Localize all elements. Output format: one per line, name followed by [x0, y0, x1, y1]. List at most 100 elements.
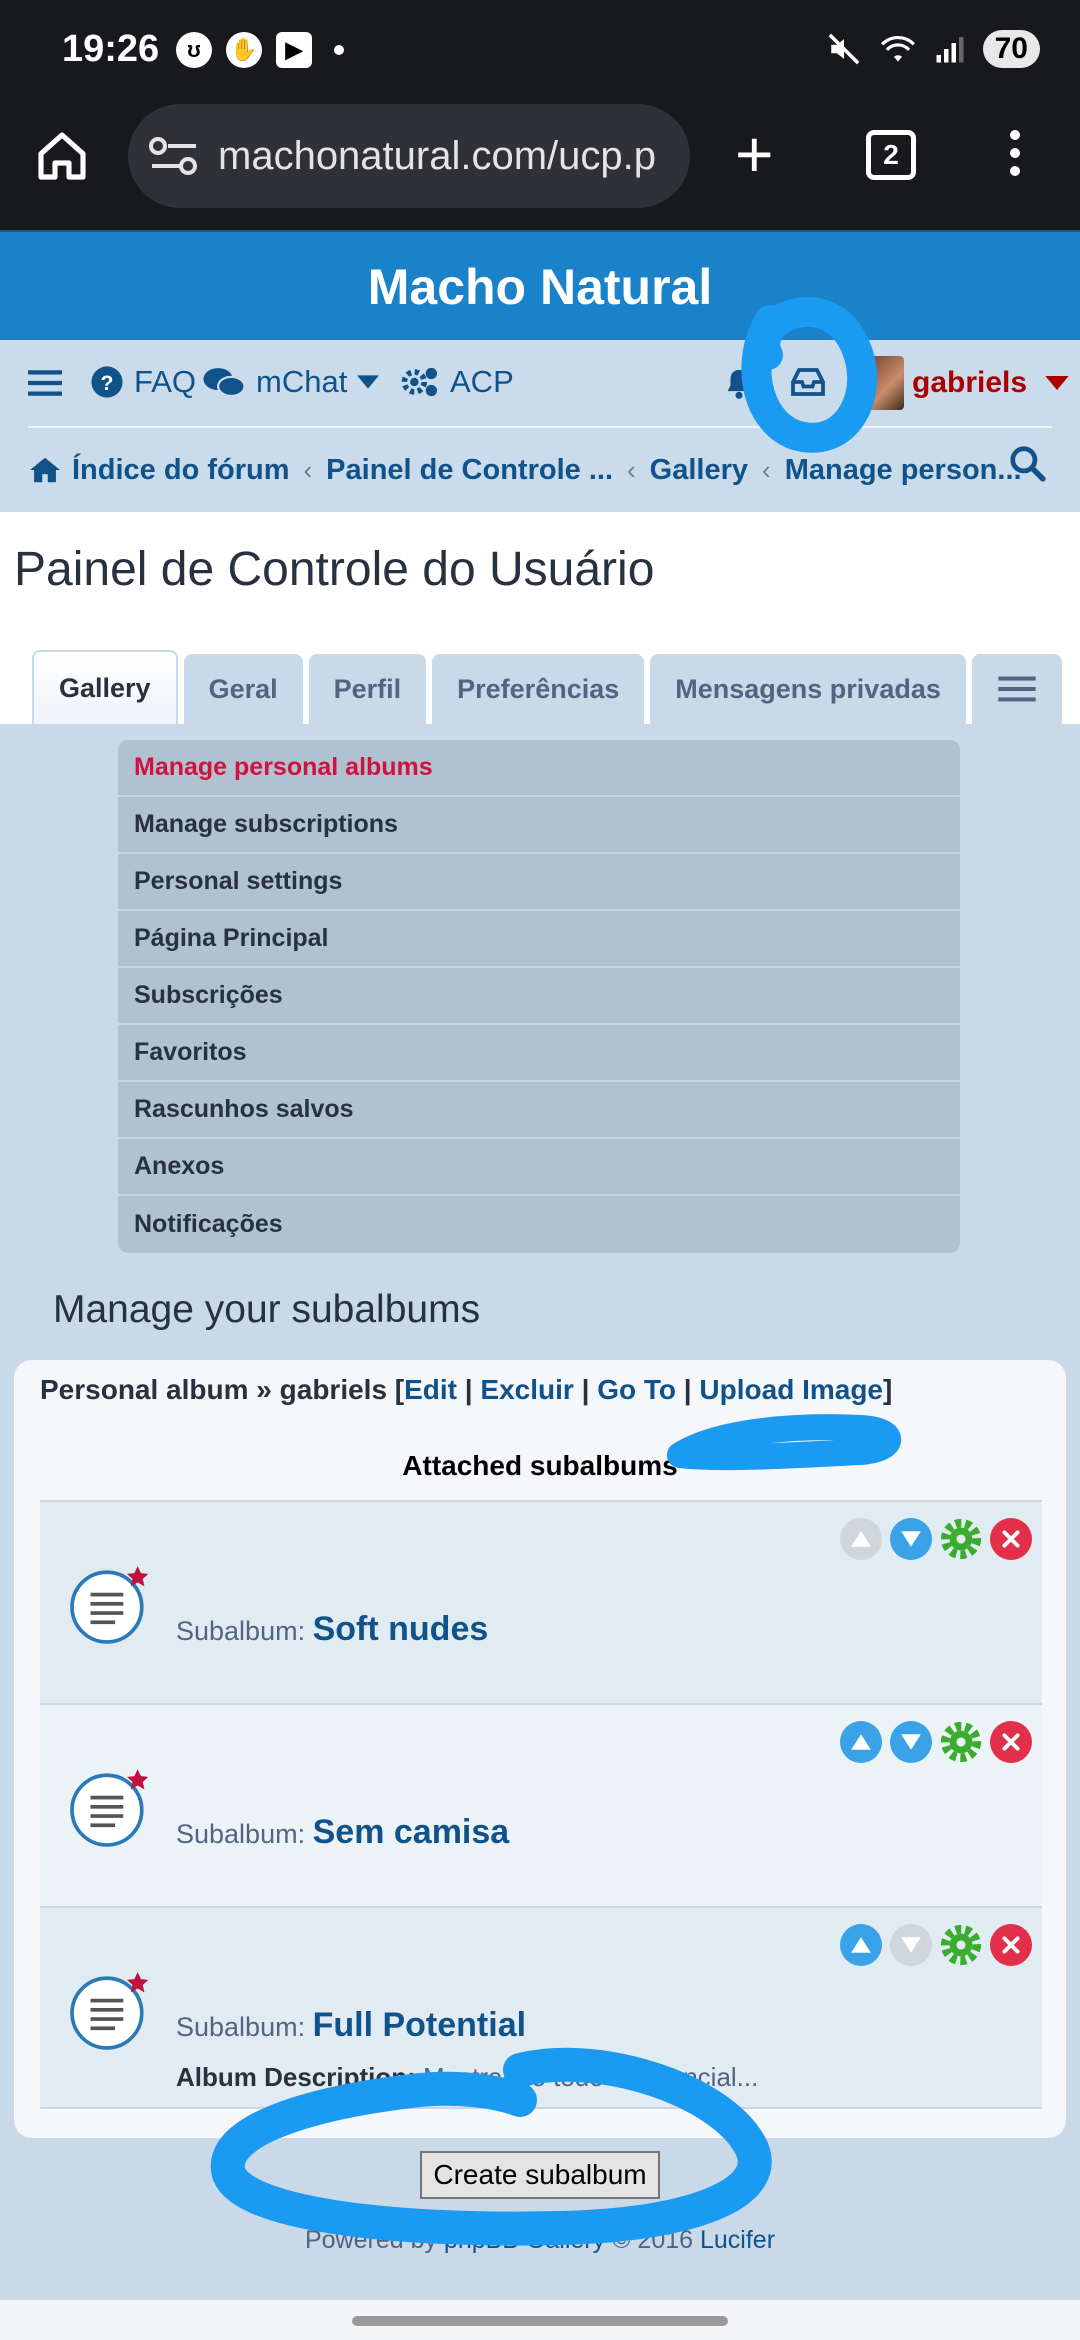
move-up-disabled-icon — [840, 1518, 882, 1560]
create-subalbum-button[interactable]: Create subalbum — [420, 2151, 660, 2199]
move-down-icon[interactable] — [890, 1518, 932, 1560]
caret-down-icon — [357, 375, 380, 389]
delete-icon[interactable] — [990, 1721, 1032, 1763]
media-notification-icon: ▶ — [276, 32, 312, 68]
tab-preferencias[interactable]: Preferências — [432, 654, 645, 724]
section-title: Manage your subalbums — [53, 1288, 481, 1331]
menu-pagina-principal[interactable]: Página Principal — [118, 911, 960, 968]
tab-more-menu[interactable] — [971, 654, 1062, 724]
subalbum-actions — [840, 1924, 1032, 1966]
delete-link[interactable]: Excluir — [480, 1374, 573, 1405]
subalbum-title: Subalbum: Sem camisa — [176, 1813, 510, 1851]
notifications-bell-icon[interactable] — [722, 366, 756, 402]
move-down-disabled-icon — [890, 1924, 932, 1966]
settings-gear-icon[interactable] — [940, 1721, 982, 1763]
gears-icon — [401, 367, 437, 397]
handshake-notification-icon: ✋ — [226, 32, 262, 68]
menu-manage-personal-albums[interactable]: Manage personal albums — [118, 740, 960, 797]
subalbum-link[interactable]: Soft nudes — [313, 1610, 489, 1648]
upload-image-link[interactable]: Upload Image — [699, 1374, 883, 1405]
chat-icon — [203, 368, 246, 398]
site-title[interactable]: Macho Natural — [0, 230, 1080, 340]
ucp-submenu: Manage personal albums Manage subscripti… — [118, 740, 960, 1253]
album-unread-icon — [70, 1769, 149, 1847]
menu-anexos[interactable]: Anexos — [118, 1139, 960, 1196]
breadcrumb-separator: ‹ — [303, 454, 313, 485]
move-up-icon[interactable] — [840, 1721, 882, 1763]
mute-icon — [828, 33, 860, 65]
subalbums-panel: Personal album » gabriels [Edit | Exclui… — [14, 1360, 1066, 2138]
menu-rascunhos-salvos[interactable]: Rascunhos salvos — [118, 1082, 960, 1139]
hamburger-menu-icon[interactable] — [28, 368, 62, 398]
svg-text:?: ? — [101, 371, 114, 395]
hamburger-icon — [998, 676, 1036, 702]
tab-gallery[interactable]: Gallery — [32, 650, 178, 724]
subalbum-title: Subalbum: Soft nudes — [176, 1610, 489, 1648]
search-icon[interactable] — [1008, 444, 1046, 482]
settings-gear-icon[interactable] — [940, 1518, 982, 1560]
breadcrumb-separator: ‹ — [762, 454, 771, 485]
menu-notificacoes[interactable]: Notificações — [118, 1196, 960, 1253]
settings-gear-icon[interactable] — [940, 1924, 982, 1966]
mchat-dropdown[interactable]: mChat — [202, 364, 380, 400]
album-description: Album Description: Mostrando todo o pote… — [176, 2062, 759, 2092]
tab-switcher-button[interactable]: 2 — [866, 130, 916, 180]
subalbum-actions — [840, 1518, 1032, 1560]
nav-divider — [28, 426, 1052, 428]
delete-icon[interactable] — [990, 1518, 1032, 1560]
menu-subscricoes[interactable]: Subscrições — [118, 968, 960, 1025]
new-tab-button[interactable]: + — [735, 114, 774, 194]
phpbb-gallery-link[interactable]: phpBB Gallery — [444, 2226, 605, 2254]
breadcrumb-manage-personal[interactable]: Manage person... — [785, 454, 1022, 487]
acp-link[interactable]: ACP — [400, 364, 514, 400]
breadcrumb: Índice do fórum ‹ Painel de Controle ...… — [28, 440, 1022, 500]
move-down-icon[interactable] — [890, 1721, 932, 1763]
page-title: Painel de Controle do Usuário — [14, 543, 655, 596]
delete-icon[interactable] — [990, 1924, 1032, 1966]
gesture-handle[interactable] — [352, 2316, 728, 2326]
browser-menu-icon[interactable] — [1010, 130, 1024, 176]
author-link[interactable]: Lucifer — [700, 2226, 775, 2254]
subalbum-title: Subalbum: Full Potential — [176, 2006, 527, 2044]
menu-favoritos[interactable]: Favoritos — [118, 1025, 960, 1082]
menu-personal-settings[interactable]: Personal settings — [118, 854, 960, 911]
url-text: machonatural.com/ucp.p — [218, 133, 657, 178]
faq-link[interactable]: ? FAQ — [90, 364, 196, 400]
tab-geral[interactable]: Geral — [183, 654, 303, 724]
forum-navbar: ? FAQ mChat ACP gabriels Índice do fórum… — [0, 340, 1080, 512]
subalbum-link[interactable]: Sem camisa — [313, 1813, 510, 1851]
breadcrumb-gallery[interactable]: Gallery — [650, 454, 748, 487]
subalbum-link[interactable]: Full Potential — [313, 2006, 526, 2044]
clock: 19:26 — [62, 28, 160, 70]
browser-toolbar: machonatural.com/ucp.p + 2 — [0, 100, 1080, 230]
move-up-icon[interactable] — [840, 1924, 882, 1966]
breadcrumb-separator: ‹ — [627, 454, 636, 485]
wifi-icon — [880, 36, 915, 62]
user-menu[interactable]: gabriels — [862, 356, 1069, 410]
tab-perfil[interactable]: Perfil — [308, 654, 427, 724]
menu-manage-subscriptions[interactable]: Manage subscriptions — [118, 797, 960, 854]
question-icon: ? — [91, 366, 123, 398]
subalbum-row: Subalbum: Soft nudes — [40, 1500, 1042, 1703]
home-icon[interactable] — [28, 455, 62, 485]
breadcrumb-forum-index[interactable]: Índice do fórum — [72, 454, 290, 487]
edit-link[interactable]: Edit — [404, 1374, 457, 1405]
subalbum-actions — [840, 1721, 1032, 1763]
notification-icons: ʊ ✋ ▶ — [176, 32, 344, 68]
avatar — [862, 356, 904, 410]
username: gabriels — [912, 366, 1028, 399]
address-bar[interactable]: machonatural.com/ucp.p — [128, 104, 690, 208]
breadcrumb-ucp[interactable]: Painel de Controle ... — [326, 454, 613, 487]
site-settings-icon[interactable] — [148, 136, 200, 176]
tab-mensagens-privadas[interactable]: Mensagens privadas — [650, 654, 966, 724]
app-notification-icon: ʊ — [176, 32, 212, 68]
private-messages-inbox-icon[interactable] — [790, 366, 826, 398]
home-icon[interactable] — [34, 128, 90, 184]
goto-link[interactable]: Go To — [597, 1374, 676, 1405]
footer-credits: Powered by phpBB Gallery © 2016 Lucifer — [304, 2226, 776, 2254]
signal-icon — [936, 37, 964, 63]
system-icons: 70 — [827, 30, 1040, 68]
album-unread-icon — [70, 1566, 149, 1644]
subalbum-row: Subalbum: Sem camisa — [40, 1703, 1042, 1906]
battery-indicator: 70 — [982, 30, 1040, 68]
